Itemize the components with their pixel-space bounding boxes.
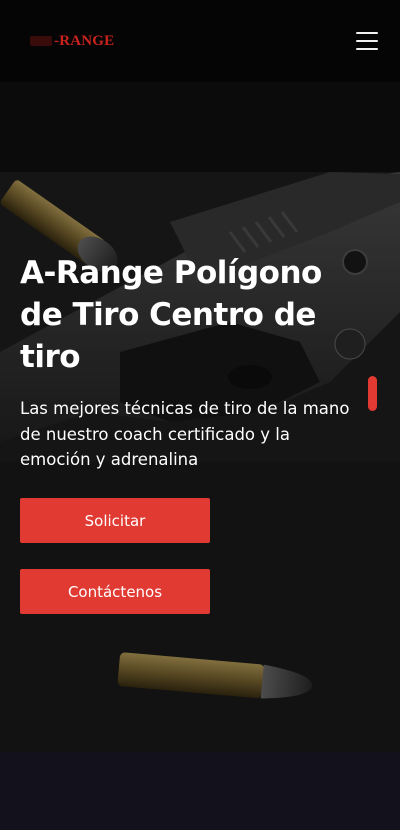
hero-subtitle: Las mejores técnicas de tiro de la mano … [20, 399, 350, 469]
logo-mark [30, 36, 52, 46]
site-header: -RANGE [0, 0, 400, 82]
hero-section: A-Range Polígono de Tiro Centro de tiro … [0, 82, 400, 752]
request-button[interactable]: Solicitar [20, 498, 210, 543]
contact-button[interactable]: Contáctenos [20, 569, 210, 614]
logo-text: -RANGE [54, 32, 115, 49]
site-logo[interactable]: -RANGE [30, 33, 114, 50]
hamburger-menu-icon[interactable] [356, 32, 378, 50]
scroll-indicator[interactable] [368, 376, 377, 411]
next-section-band [0, 752, 400, 830]
hero-title: A-Range Polígono de Tiro Centro de tiro [20, 255, 322, 375]
